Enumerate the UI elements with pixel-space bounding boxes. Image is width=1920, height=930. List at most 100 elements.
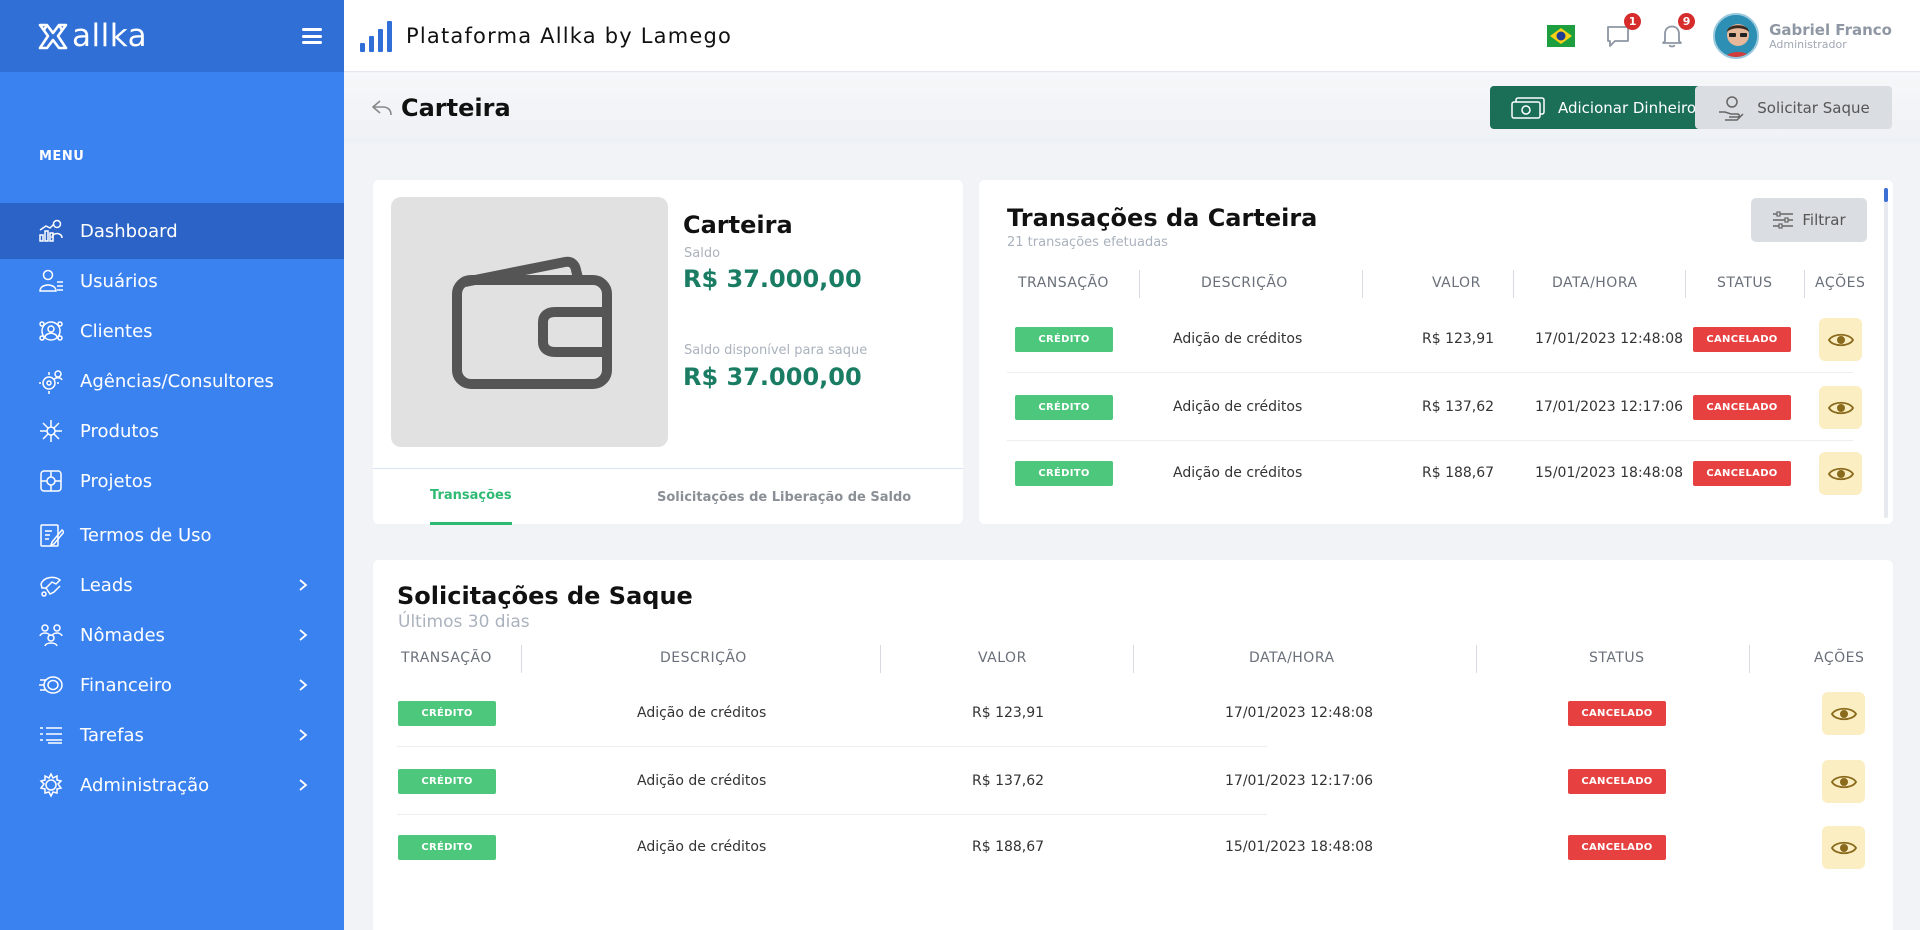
eye-icon [1830,841,1857,854]
transactions-title: Transações da Carteira [1007,204,1318,232]
topbar: Plataforma Allka by Lamego 1 9 Gabriel F… [344,0,1920,72]
sidebar-item-label: Administração [80,774,210,796]
eye-icon [1830,707,1857,720]
col-descricao: DESCRIÇÃO [1201,275,1288,291]
clients-icon [38,318,64,344]
eye-icon [1827,333,1854,346]
money-icon [1511,96,1545,119]
value-cell: R$ 123,91 [1422,331,1495,347]
sidebar-item-label: Agências/Consultores [80,370,274,392]
withdraw-hand-icon [1719,95,1744,121]
agencies-icon [38,368,64,394]
sidebar-item-label: Termos de Uso [80,524,212,546]
table-row: CRÉDITO Adição de créditos R$ 137,62 17/… [979,377,1893,437]
col-transacao: TRANSAÇÃO [1018,275,1109,291]
datetime-cell: 17/01/2023 12:48:08 [1225,705,1374,721]
col-acoes: AÇÕES [1815,275,1866,291]
datetime-cell: 15/01/2023 18:48:08 [1535,465,1684,481]
sidebar-item-financeiro[interactable]: Financeiro [0,660,344,710]
table-row: CRÉDITO Adição de créditos R$ 188,67 15/… [373,817,1893,877]
app-title: Plataforma Allka by Lamego [406,23,733,48]
sidebar-item-dashboard[interactable]: Dashboard [0,203,344,259]
transaction-type-badge: CRÉDITO [1015,461,1113,486]
notifications-badge: 9 [1678,13,1696,30]
avatar[interactable] [1713,13,1760,59]
value-cell: R$ 137,62 [972,773,1045,789]
sidebar-item-nomades[interactable]: Nômades [0,610,344,660]
view-button[interactable] [1819,386,1862,429]
chevron-right-icon [299,629,308,641]
sidebar-item-agencias[interactable]: Agências/Consultores [0,356,344,406]
transactions-subtitle: 21 transações efetuadas [1007,235,1168,250]
user-role: Administrador [1769,37,1847,51]
status-badge: CANCELADO [1568,769,1666,794]
tab-transacoes[interactable]: Transações [430,469,512,525]
view-button[interactable] [1822,826,1865,869]
logo[interactable]: allka [38,18,147,54]
description-cell: Adição de créditos [1173,465,1303,481]
brazil-flag-icon[interactable] [1547,25,1576,47]
sidebar-item-tarefas[interactable]: Tarefas [0,710,344,760]
sidebar-item-clientes[interactable]: Clientes [0,306,344,356]
sidebar-item-label: Usuários [80,270,158,292]
menu-toggle-icon[interactable] [302,28,322,44]
topbar-actions: 1 9 Gabriel Franco Administrador [1547,0,1892,72]
eye-icon [1827,401,1854,414]
products-icon [38,418,64,444]
transactions-table-header: TRANSAÇÃO DESCRIÇÃO VALOR DATA/HORA STAT… [979,270,1893,298]
user-name: Gabriel Franco [1769,20,1892,39]
tab-solicitacoes-liberacao[interactable]: Solicitações de Liberação de Saldo [657,469,911,525]
filter-button[interactable]: Filtrar [1751,198,1867,242]
sidebar-item-administracao[interactable]: Administração [0,760,344,810]
datetime-cell: 17/01/2023 12:17:06 [1225,773,1374,789]
datetime-cell: 17/01/2023 12:17:06 [1535,399,1684,415]
chevron-right-icon [299,779,308,791]
menu-section-label: MENU [39,148,85,164]
wallet-image [391,197,668,447]
status-badge: CANCELADO [1693,395,1791,420]
chevron-right-icon [299,729,308,741]
transaction-type-badge: CRÉDITO [398,835,496,860]
sidebar-item-usuarios[interactable]: Usuários [0,256,344,306]
sidebar-item-produtos[interactable]: Produtos [0,406,344,456]
users-icon [38,268,64,294]
transaction-type-badge: CRÉDITO [1015,327,1113,352]
page-title: Carteira [401,94,511,122]
view-button[interactable] [1819,318,1862,361]
dashboard-icon [38,218,64,244]
view-button[interactable] [1822,760,1865,803]
withdraw-label: Solicitar Saque [1757,98,1870,117]
back-arrow-icon[interactable] [371,97,393,119]
description-cell: Adição de créditos [637,705,767,721]
value-cell: R$ 188,67 [972,839,1045,855]
user-info[interactable]: Gabriel Franco Administrador [1769,22,1892,51]
messages-button[interactable]: 1 [1605,13,1642,49]
withdraw-button[interactable]: Solicitar Saque [1695,86,1892,129]
chevron-right-icon [299,579,308,591]
messages-badge: 1 [1624,13,1642,30]
add-money-button[interactable]: Adicionar Dinheiro [1490,86,1716,129]
notifications-button[interactable]: 9 [1659,13,1696,49]
sidebar-item-projetos[interactable]: Projetos [0,456,344,506]
view-button[interactable] [1819,452,1862,495]
datetime-cell: 17/01/2023 12:48:08 [1535,331,1684,347]
sidebar-item-termos[interactable]: Termos de Uso [0,510,344,560]
table-row: CRÉDITO Adição de créditos R$ 137,62 17/… [373,751,1893,811]
col-acoes: AÇÕES [1814,650,1865,666]
status-badge: CANCELADO [1693,327,1791,352]
col-transacao: TRANSAÇÃO [401,650,492,666]
col-descricao: DESCRIÇÃO [660,650,747,666]
withdrawals-title: Solicitações de Saque [397,582,693,610]
col-valor: VALOR [978,650,1027,666]
finance-icon [38,672,64,698]
wallet-tabs: Transações Solicitações de Liberação de … [373,468,963,525]
view-button[interactable] [1822,692,1865,735]
col-valor: VALOR [1432,275,1481,291]
col-status: STATUS [1717,275,1773,291]
filter-label: Filtrar [1802,211,1846,229]
table-row: CRÉDITO Adição de créditos R$ 188,67 15/… [979,443,1893,503]
admin-icon [38,772,64,798]
status-badge: CANCELADO [1568,835,1666,860]
sidebar-item-leads[interactable]: Leads [0,560,344,610]
eye-icon [1830,775,1857,788]
